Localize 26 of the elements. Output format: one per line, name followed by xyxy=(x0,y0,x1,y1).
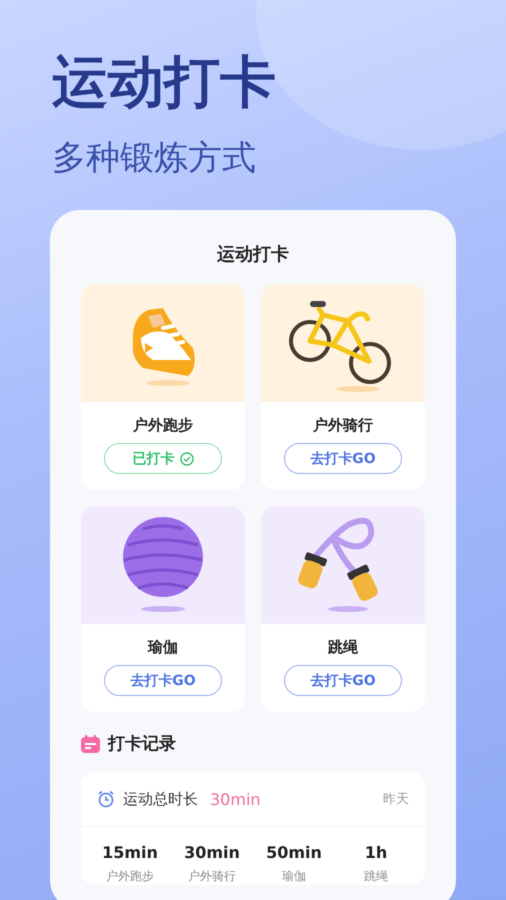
check-in-button[interactable]: 去打卡GO xyxy=(104,665,222,696)
stat-value: 1h xyxy=(364,843,388,862)
stat-value: 50min xyxy=(266,843,322,862)
stat-value: 30min xyxy=(184,843,240,862)
section-title: 打卡记录 xyxy=(108,733,176,755)
activity-name: 跳绳 xyxy=(328,638,358,657)
headline: 运动打卡 xyxy=(52,49,277,117)
check-in-button[interactable]: 已打卡 xyxy=(104,443,222,474)
stat-label: 跳绳 xyxy=(364,868,388,885)
total-duration-value: 30min xyxy=(210,790,261,808)
activity-name: 户外骑行 xyxy=(313,416,373,435)
check-circle-icon xyxy=(180,452,194,466)
calendar-icon xyxy=(81,734,100,752)
stat-value: 15min xyxy=(102,843,158,862)
check-in-button[interactable]: 去打卡GO xyxy=(284,443,402,474)
card-title: 运动打卡 xyxy=(216,243,290,266)
stat-label: 瑜伽 xyxy=(282,868,306,885)
check-in-button[interactable]: 去打卡GO xyxy=(284,665,402,696)
stat-label: 户外跑步 xyxy=(106,868,154,885)
stat-label: 户外骑行 xyxy=(188,868,236,885)
activity-name: 户外跑步 xyxy=(133,416,193,435)
total-duration-label: 运动总时长 xyxy=(123,790,198,808)
subtitle: 多种锻炼方式 xyxy=(52,137,257,180)
alarm-clock-icon xyxy=(97,790,115,808)
activity-name: 瑜伽 xyxy=(148,638,178,657)
date-label: 昨天 xyxy=(383,791,409,808)
